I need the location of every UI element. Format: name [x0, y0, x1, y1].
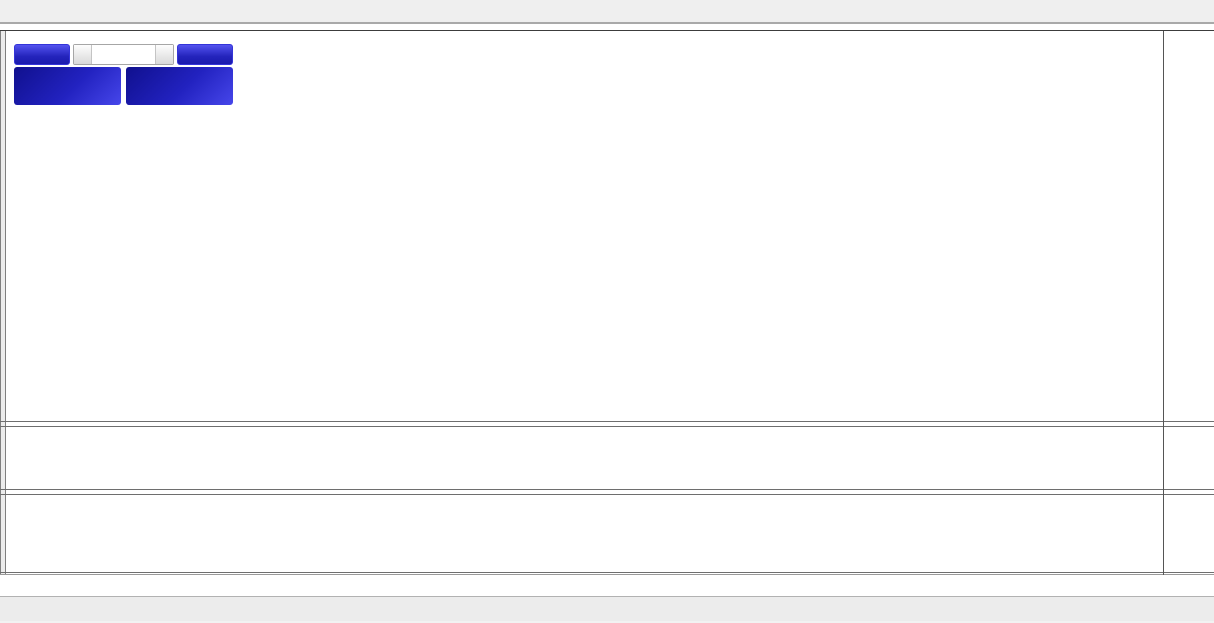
date-axis[interactable] [0, 575, 1214, 595]
volume-increase-button[interactable] [155, 45, 173, 64]
trading-terminal [0, 0, 1214, 623]
splitter-line[interactable] [0, 421, 1214, 422]
splitter-line[interactable] [0, 494, 1214, 495]
chart-tab-bar [0, 596, 1214, 621]
macd-canvas[interactable] [8, 427, 1163, 489]
buy-price-tile[interactable] [126, 67, 233, 105]
splitter-line[interactable] [0, 489, 1214, 490]
sell-button[interactable] [14, 44, 70, 65]
chart-window-border [0, 30, 1214, 31]
rsi-canvas[interactable] [8, 495, 1163, 572]
splitter-line[interactable] [0, 426, 1214, 427]
volume-input[interactable] [92, 45, 155, 64]
volume-decrease-button[interactable] [74, 45, 92, 64]
timeframe-toolbar [0, 0, 1214, 24]
chart-bottom-border [0, 572, 1214, 573]
buy-button[interactable] [177, 44, 233, 65]
sell-price-tile[interactable] [14, 67, 121, 105]
volume-group [73, 44, 174, 65]
one-click-trading-panel [14, 44, 233, 105]
price-axis-border [1163, 31, 1164, 575]
